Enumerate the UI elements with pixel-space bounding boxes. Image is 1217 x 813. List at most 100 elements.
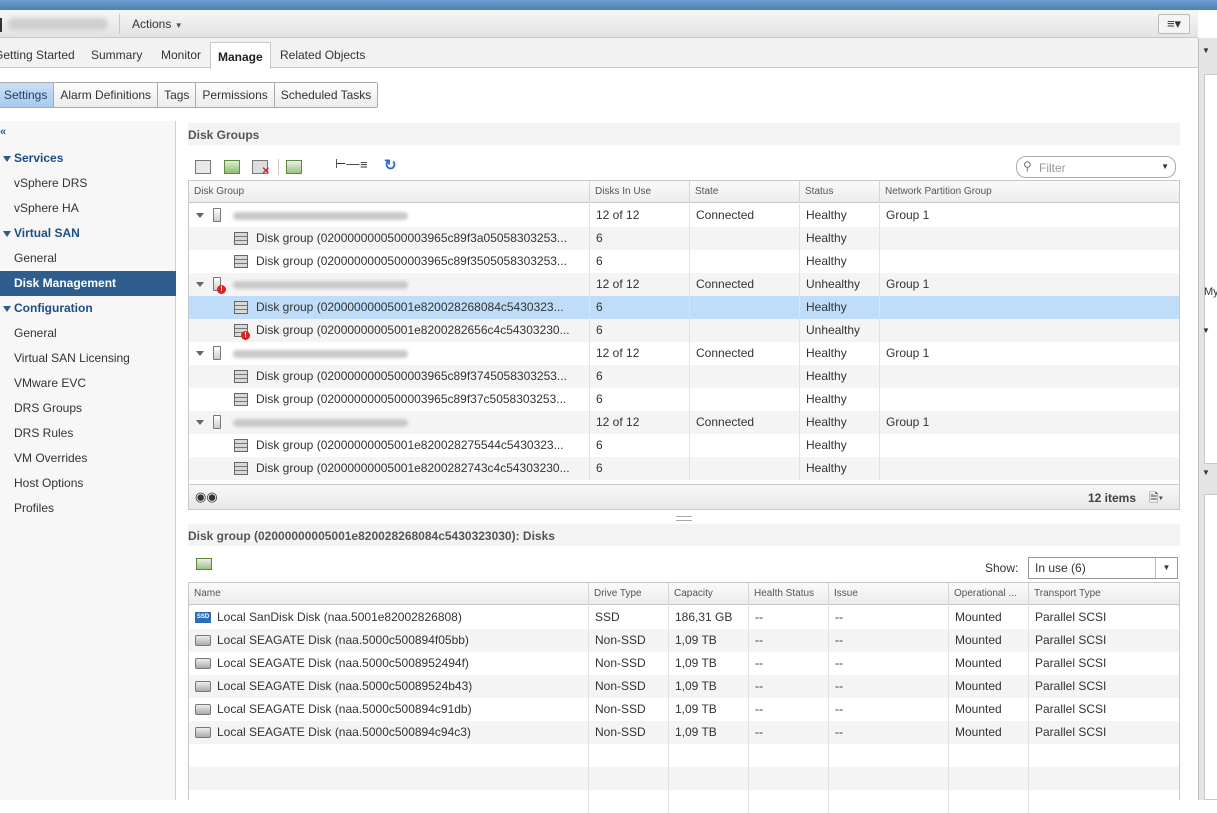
sidebar-item[interactable]: Host Options [0, 471, 176, 496]
state [690, 457, 800, 480]
disk-row[interactable]: SSD Local SanDisk Disk (naa.5001e82002826… [189, 606, 1179, 629]
column-disk-group[interactable]: Disk Group [189, 181, 590, 203]
sidebar-item[interactable]: Virtual SAN [0, 221, 176, 246]
disk-group-row[interactable]: Disk group (02000000005001e820028268084c… [189, 296, 1179, 319]
expand-all-icon[interactable]: ≡ [360, 157, 368, 172]
host-row[interactable]: 12 of 12 Connected Healthy Group 1 [189, 342, 1179, 365]
sidebar-item-label: VM Overrides [14, 451, 88, 465]
column-health-status[interactable]: Health Status [749, 583, 829, 605]
disks-in-use: 12 of 12 [590, 204, 690, 227]
sidebar-item[interactable]: Disk Management [0, 271, 176, 296]
sidebar-item[interactable]: Virtual SAN Licensing [0, 346, 176, 371]
empty-cell [829, 744, 949, 767]
host-name-cell [189, 273, 590, 296]
column-disks-in-use[interactable]: Disks In Use [590, 181, 690, 203]
create-disk-group-icon[interactable] [224, 160, 240, 174]
filter-input[interactable]: ⚲ Filter ▼ [1016, 156, 1176, 178]
disk-group-row[interactable]: Disk group (0200000000500003965c89f3a050… [189, 227, 1179, 250]
chevron-down-icon[interactable]: ▼ [1202, 46, 1210, 55]
expand-triangle-icon[interactable] [3, 156, 11, 162]
tab-manage[interactable]: Manage [210, 42, 271, 69]
subtab-permissions[interactable]: Permissions [195, 83, 274, 107]
disks-in-use: 12 of 12 [590, 273, 690, 296]
host-row[interactable]: 12 of 12 Connected Healthy Group 1 [189, 411, 1179, 434]
disk-group-name: Disk group (0200000000500003965c89f37c50… [250, 388, 590, 411]
subtab-settings[interactable]: Settings [0, 83, 54, 107]
column-issue[interactable]: Issue [829, 583, 949, 605]
disk-row[interactable]: Local SEAGATE Disk (naa.5000c500894f05bb… [189, 629, 1179, 652]
list-menu-icon[interactable]: ≡▾ [1158, 14, 1190, 34]
subtab-scheduled-tasks[interactable]: Scheduled Tasks [273, 83, 378, 107]
column-network-partition-group[interactable]: Network Partition Group [880, 181, 1179, 203]
column-status[interactable]: Status [800, 181, 880, 203]
tab-related-objects[interactable]: Related Objects [280, 48, 365, 62]
export-icon[interactable]: 🗎▾ [1149, 489, 1163, 510]
sidebar-item-label: Profiles [14, 501, 55, 515]
add-disk-icon[interactable] [286, 160, 302, 174]
collapse-all-icon[interactable]: ⊢— [335, 156, 359, 172]
host-row[interactable]: ! 12 of 12 Connected Unhealthy Group 1 [189, 273, 1179, 296]
disk-group-row[interactable]: Disk group (0200000000500003965c89f37450… [189, 365, 1179, 388]
disk-group-row[interactable]: Disk group (0200000000500003965c89f35050… [189, 250, 1179, 273]
sidebar-item[interactable]: VM Overrides [0, 446, 176, 471]
disk-row[interactable]: Local SEAGATE Disk (naa.5000c500894c91db… [189, 698, 1179, 721]
column-drive-type[interactable]: Drive Type [589, 583, 669, 605]
column-state[interactable]: State [690, 181, 800, 203]
tab-getting-started[interactable]: Getting Started [0, 48, 75, 62]
column-name[interactable]: Name [189, 583, 589, 605]
tab-monitor[interactable]: Monitor [161, 48, 201, 62]
expand-triangle-icon[interactable] [3, 306, 11, 312]
sidebar-item[interactable]: DRS Groups [0, 396, 176, 421]
sidebar-item-label: Virtual SAN Licensing [14, 351, 130, 365]
drive-type: Non-SSD [589, 629, 669, 652]
drive-type: Non-SSD [589, 721, 669, 744]
disk-group-row[interactable]: Disk group (0200000000500003965c89f37c50… [189, 388, 1179, 411]
expand-triangle-icon[interactable] [3, 231, 11, 237]
network-partition-group [880, 434, 1179, 457]
disk-name: Local SEAGATE Disk (naa.5000c500894c91db… [211, 698, 589, 721]
sidebar-item[interactable]: VMware EVC [0, 371, 176, 396]
chevron-down-icon[interactable]: ▼ [1161, 162, 1169, 171]
chevron-down-icon[interactable]: ▼ [1155, 558, 1177, 578]
issue: -- [829, 606, 949, 629]
network-partition-group [880, 250, 1179, 273]
disk-group-icon [234, 301, 248, 314]
sidebar-item[interactable]: General [0, 246, 176, 271]
panel-splitter[interactable] [676, 516, 692, 521]
collapse-icon[interactable]: « [0, 126, 6, 138]
column-operational[interactable]: Operational ... [949, 583, 1029, 605]
sidebar-item[interactable]: vSphere HA [0, 196, 176, 221]
disk-group-row[interactable]: Disk group (02000000005001e820028275544c… [189, 434, 1179, 457]
sidebar-item[interactable]: Profiles [0, 496, 176, 521]
subtab-tags[interactable]: Tags [157, 83, 196, 107]
actions-menu-button[interactable]: Actions ▼ [132, 17, 183, 31]
claim-disks-icon[interactable] [195, 160, 211, 174]
sidebar-item[interactable]: General [0, 321, 176, 346]
sidebar-item[interactable]: DRS Rules [0, 421, 176, 446]
sidebar-item[interactable]: vSphere DRS [0, 171, 176, 196]
binoculars-icon[interactable]: ◉◉ [195, 489, 218, 505]
operational-state: Mounted [949, 721, 1029, 744]
status: Healthy [800, 227, 880, 250]
chevron-down-icon[interactable]: ▼ [1202, 326, 1210, 335]
transport-type: Parallel SCSI [1035, 633, 1107, 647]
disk-row[interactable]: Local SEAGATE Disk (naa.5000c5008952494f… [189, 652, 1179, 675]
column-capacity[interactable]: Capacity [669, 583, 749, 605]
sidebar-item[interactable]: Services [0, 146, 176, 171]
empty-cell [589, 767, 669, 790]
subtab-alarm-definitions[interactable]: Alarm Definitions [53, 83, 158, 107]
disk-group-row[interactable]: ! Disk group (02000000005001e8200282656c4… [189, 319, 1179, 342]
chevron-down-icon[interactable]: ▼ [1202, 468, 1210, 477]
add-disk-icon[interactable] [196, 558, 212, 570]
host-row[interactable]: 12 of 12 Connected Healthy Group 1 [189, 204, 1179, 227]
refresh-icon[interactable]: ↻ [384, 156, 397, 174]
disk-row[interactable]: Local SEAGATE Disk (naa.5000c500894c94c3… [189, 721, 1179, 744]
right-panel-alarms [1204, 494, 1217, 800]
tab-summary[interactable]: Summary [91, 48, 142, 62]
disk-row[interactable]: Local SEAGATE Disk (naa.5000c50089524b43… [189, 675, 1179, 698]
disk-group-row[interactable]: Disk group (02000000005001e8200282743c4c… [189, 457, 1179, 480]
remove-disk-group-icon[interactable]: ✕ [252, 160, 270, 177]
sidebar-item[interactable]: Configuration [0, 296, 176, 321]
column-transport-type[interactable]: Transport Type [1029, 583, 1179, 605]
show-select[interactable]: In use (6) ▼ [1028, 557, 1178, 579]
